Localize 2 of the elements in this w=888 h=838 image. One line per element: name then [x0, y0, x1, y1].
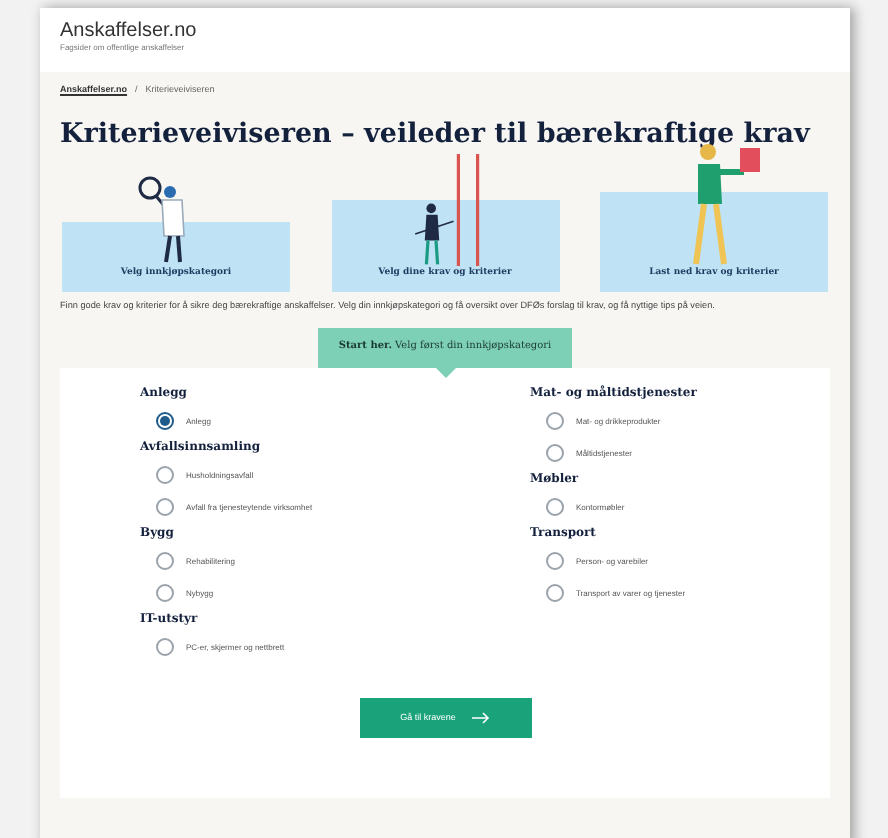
page-title: Kriterieveiviseren – veileder til bærekraftige krav [58, 116, 813, 152]
site-logo[interactable]: Anskaffelser.no [60, 20, 830, 42]
